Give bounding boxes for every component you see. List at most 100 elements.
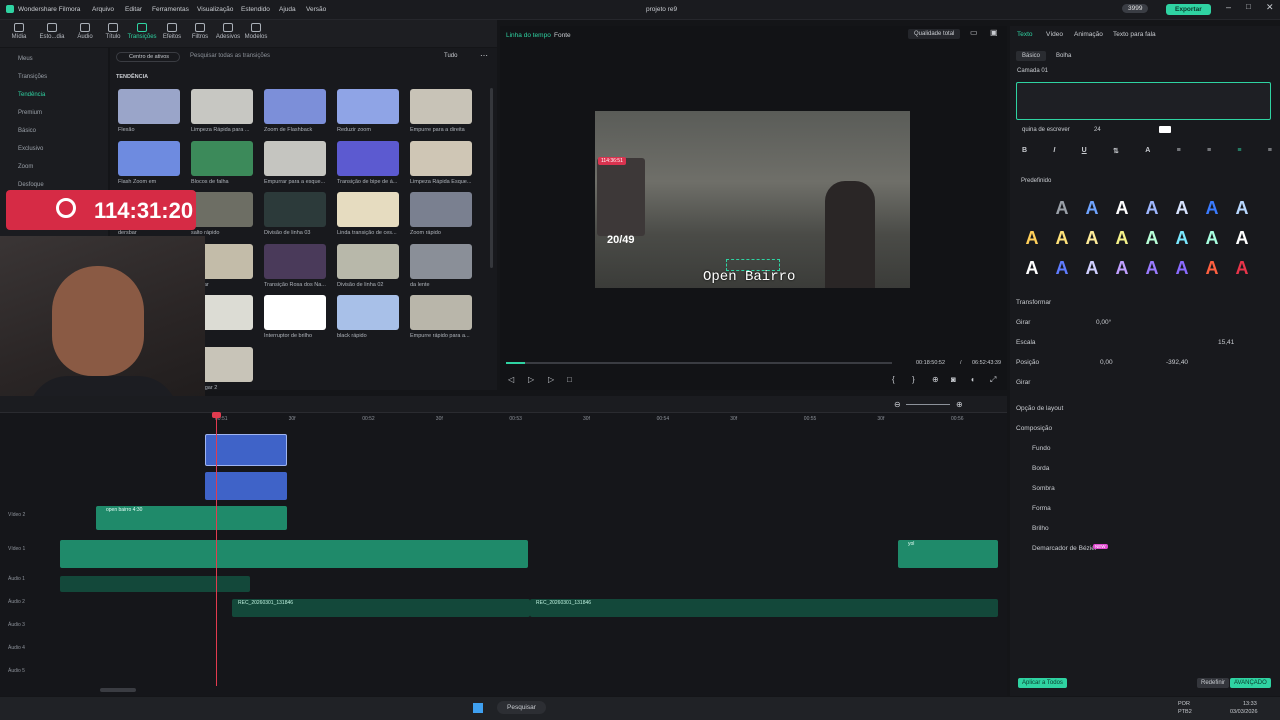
text-preset[interactable]: A (1050, 196, 1074, 220)
timeline-ruler[interactable]: 00:51 30f 00:52 30f 00:53 30f 00:54 30f 00:55 30f… (215, 415, 1005, 425)
text-preset[interactable]: A (1050, 256, 1074, 280)
composition-option[interactable]: Brilho (1032, 525, 1049, 532)
tab-fonte[interactable]: Fonte (554, 32, 571, 39)
text-preset[interactable]: A (1140, 196, 1164, 220)
text-preset[interactable]: A (1230, 196, 1254, 220)
video-preview[interactable]: 114:36:51 20/49 Open Bairro (595, 111, 910, 288)
justify-icon[interactable]: ≡ (1268, 147, 1272, 155)
camera-icon[interactable]: ◙ (951, 375, 956, 384)
menu-editar[interactable]: Editar (125, 6, 142, 13)
stop-icon[interactable]: □ (567, 375, 572, 384)
transition-thumb[interactable] (191, 140, 253, 176)
kb-indicator[interactable]: PTB2 (1178, 709, 1192, 715)
align-right-icon[interactable]: ≡ (1237, 147, 1241, 155)
sidebar-item-transicoes[interactable]: Transições (18, 74, 47, 80)
sidebar-item-premium[interactable]: Premium (18, 110, 42, 116)
transition-thumb[interactable] (337, 295, 399, 330)
maximize-icon[interactable]: □ (1246, 2, 1251, 11)
clock-date[interactable]: 03/03/2026 (1230, 709, 1258, 715)
reset-button[interactable]: Redefinir (1197, 678, 1230, 688)
font-size-dropdown[interactable]: 24 (1094, 127, 1101, 133)
tab-audio[interactable]: Áudio (70, 22, 100, 40)
transition-thumb[interactable] (410, 192, 472, 227)
transform-header[interactable]: Transformar (1016, 299, 1051, 306)
subtab-basico[interactable]: Básico (1016, 51, 1047, 61)
tab-modelos[interactable]: Modelos (241, 22, 271, 40)
text-preset[interactable]: A (1140, 256, 1164, 280)
transition-thumb[interactable] (118, 140, 180, 176)
text-preset[interactable]: A (1200, 196, 1224, 220)
sidebar-item-tendencia[interactable]: Tendência (18, 92, 45, 98)
sidebar-item-basico[interactable]: Básico (18, 128, 36, 134)
text-preset[interactable]: A (1200, 256, 1224, 280)
fullscreen-icon[interactable]: ⤢ (990, 375, 996, 385)
bold-icon[interactable]: B (1022, 147, 1027, 155)
sidebar-item-desfoque[interactable]: Desfoque (18, 182, 44, 188)
sidebar-item-exclusivo[interactable]: Exclusivo (18, 146, 43, 152)
text-preset[interactable]: A (1110, 196, 1134, 220)
menu-versao[interactable]: Versão (306, 6, 326, 13)
mark-out-icon[interactable]: } (912, 375, 915, 384)
timeline-scrollbar[interactable] (100, 688, 136, 692)
composition-option[interactable]: Borda (1032, 465, 1049, 472)
lang-indicator[interactable]: POR (1178, 701, 1190, 707)
audio1-clip[interactable] (60, 576, 250, 592)
transition-thumb[interactable] (191, 89, 253, 124)
tab-estoque[interactable]: Esto...dia (37, 22, 67, 40)
more-icon[interactable]: ⋯ (480, 51, 488, 60)
font-dropdown[interactable]: quina de escrever (1022, 127, 1070, 133)
caption-text[interactable]: Open Bairro (703, 269, 795, 285)
video2-clip[interactable]: open bairro 4:30 (96, 506, 287, 530)
text-preset[interactable]: A (1050, 226, 1074, 250)
tab-video[interactable]: Vídeo (1046, 31, 1063, 38)
play-icon[interactable]: ▷ (548, 375, 554, 384)
text-preset[interactable]: A (1230, 256, 1254, 280)
close-icon[interactable]: ✕ (1266, 2, 1274, 13)
align-center-icon[interactable]: ≡ (1207, 147, 1211, 155)
mark-in-icon[interactable]: { (892, 375, 895, 384)
text-preset[interactable]: A (1110, 226, 1134, 250)
tab-adesivos[interactable]: Adesivos (213, 22, 243, 40)
text-preset[interactable]: A (1020, 256, 1044, 280)
tab-transicoes[interactable]: Transições (127, 22, 157, 40)
text-selection-box[interactable] (726, 259, 780, 271)
text-preset[interactable]: A (1020, 226, 1044, 250)
tab-texto[interactable]: Texto (1017, 31, 1033, 38)
zoom-in-icon[interactable]: ⊕ (956, 400, 963, 409)
text-preset[interactable]: A (1080, 226, 1104, 250)
text-preset[interactable]: A (1110, 256, 1134, 280)
export-button[interactable]: Exportar (1166, 4, 1211, 15)
subtab-bolha[interactable]: Bolha (1056, 53, 1071, 59)
text-preset[interactable]: A (1170, 196, 1194, 220)
playhead-handle[interactable] (212, 412, 221, 418)
tab-texto-para-fala[interactable]: Texto para fala (1113, 31, 1156, 38)
zoom-icon[interactable]: ⊕ (932, 375, 939, 384)
case-icon[interactable]: A (1145, 147, 1150, 155)
transition-thumb[interactable] (410, 295, 472, 330)
menu-estendido[interactable]: Estendido (241, 6, 270, 13)
align-left-icon[interactable]: ≡ (1177, 147, 1181, 155)
menu-ajuda[interactable]: Ajuda (279, 6, 296, 13)
menu-arquivo[interactable]: Arquivo (92, 6, 114, 13)
transition-thumb[interactable] (337, 192, 399, 227)
playback-progress-track[interactable] (506, 362, 892, 364)
audio2-clip-b[interactable]: REC_20260301_131846 (530, 599, 998, 617)
transition-thumb[interactable] (264, 243, 326, 279)
prev-frame-icon[interactable]: ◁ (508, 375, 514, 384)
transition-thumb[interactable] (264, 295, 326, 330)
text-preset[interactable]: A (1080, 196, 1104, 220)
apply-all-button[interactable]: Aplicar a Todos (1018, 678, 1067, 688)
transition-thumb[interactable] (410, 243, 472, 279)
audio2-clip-a[interactable]: REC_20260301_131846 (232, 599, 530, 617)
text-preset[interactable]: A (1230, 226, 1254, 250)
text-preset[interactable]: A (1170, 256, 1194, 280)
zoom-out-icon[interactable]: ⊖ (894, 400, 901, 409)
transition-thumb[interactable] (191, 192, 253, 227)
clock-time[interactable]: 13:33 (1243, 701, 1257, 707)
spacing-icon[interactable]: ⇅ (1113, 147, 1119, 155)
text-preset[interactable]: A (1080, 256, 1104, 280)
menu-ferramentas[interactable]: Ferramentas (152, 6, 189, 13)
tab-filtros[interactable]: Filtros (185, 22, 215, 40)
transition-thumb[interactable] (410, 140, 472, 176)
library-search-input[interactable]: Pesquisar todas as transições (190, 53, 270, 59)
